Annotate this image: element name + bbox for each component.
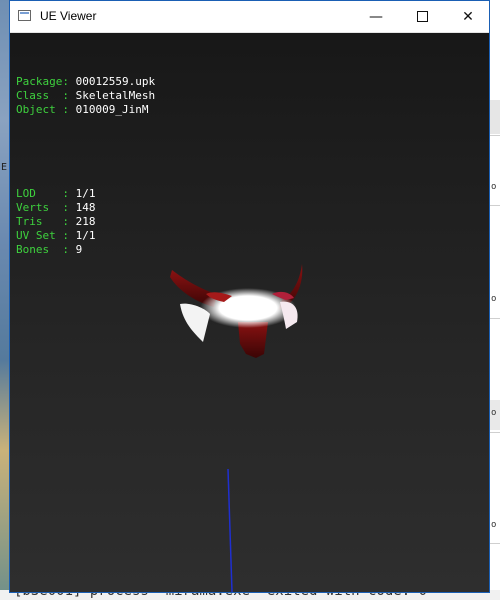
info-value: 00012559.upk	[75, 75, 156, 88]
stat-separator: :	[62, 187, 76, 200]
background-console-window: o o o o	[490, 0, 500, 600]
close-icon: ✕	[462, 8, 474, 25]
ue-viewer-window[interactable]: UE Viewer — ✕ Package: 00012559.upk Clas…	[9, 0, 490, 593]
stat-label: Bones	[16, 243, 63, 256]
stat-separator: :	[62, 201, 76, 214]
info-separator: :	[62, 103, 76, 116]
stat-value: 148	[75, 201, 96, 214]
stat-separator: :	[62, 229, 76, 242]
stat-row: Bones : 9	[16, 243, 155, 257]
console-glyph: o	[491, 408, 497, 418]
stat-separator: :	[62, 215, 76, 228]
background-window-glyph: E	[1, 162, 8, 173]
window-title: UE Viewer	[40, 9, 97, 23]
stat-label: LOD	[16, 187, 63, 200]
close-button[interactable]: ✕	[445, 1, 491, 32]
stat-label: Verts	[16, 201, 63, 214]
stat-label: Tris	[16, 215, 63, 228]
maximize-button[interactable]	[399, 1, 445, 32]
info-label: Object	[16, 103, 63, 116]
stat-value: 1/1	[75, 187, 96, 200]
maximize-icon	[416, 11, 428, 22]
stat-separator: :	[62, 243, 76, 256]
minimize-icon: —	[369, 8, 383, 25]
info-row: Object : 010009_JinM	[16, 103, 155, 117]
minimize-button[interactable]: —	[353, 1, 399, 32]
stat-label: UV Set	[16, 229, 63, 242]
stat-row: Tris : 218	[16, 215, 155, 229]
stat-row: LOD : 1/1	[16, 187, 155, 201]
info-label: Class	[16, 89, 63, 102]
console-glyph: o	[491, 294, 497, 304]
mesh-info-overlay: Package: 00012559.upk Class : SkeletalMes…	[16, 47, 155, 285]
axis-line	[227, 468, 233, 593]
console-glyph: o	[491, 520, 497, 530]
info-separator: :	[62, 89, 76, 102]
console-glyph: o	[491, 182, 497, 192]
info-value: SkeletalMesh	[75, 89, 156, 102]
stat-value: 9	[75, 243, 83, 256]
title-bar[interactable]: UE Viewer — ✕	[10, 1, 489, 33]
stat-value: 1/1	[75, 229, 96, 242]
info-separator: :	[62, 75, 76, 88]
info-row: Package: 00012559.upk	[16, 75, 155, 89]
app-window-icon	[18, 10, 31, 21]
info-value: 010009_JinM	[75, 103, 149, 116]
console-scroll-area	[490, 100, 500, 134]
stat-value: 218	[75, 215, 96, 228]
stat-row: Verts : 148	[16, 201, 155, 215]
stat-row: UV Set : 1/1	[16, 229, 155, 243]
desktop-background	[0, 0, 9, 600]
info-row: Class : SkeletalMesh	[16, 89, 155, 103]
info-label: Package	[16, 75, 63, 88]
